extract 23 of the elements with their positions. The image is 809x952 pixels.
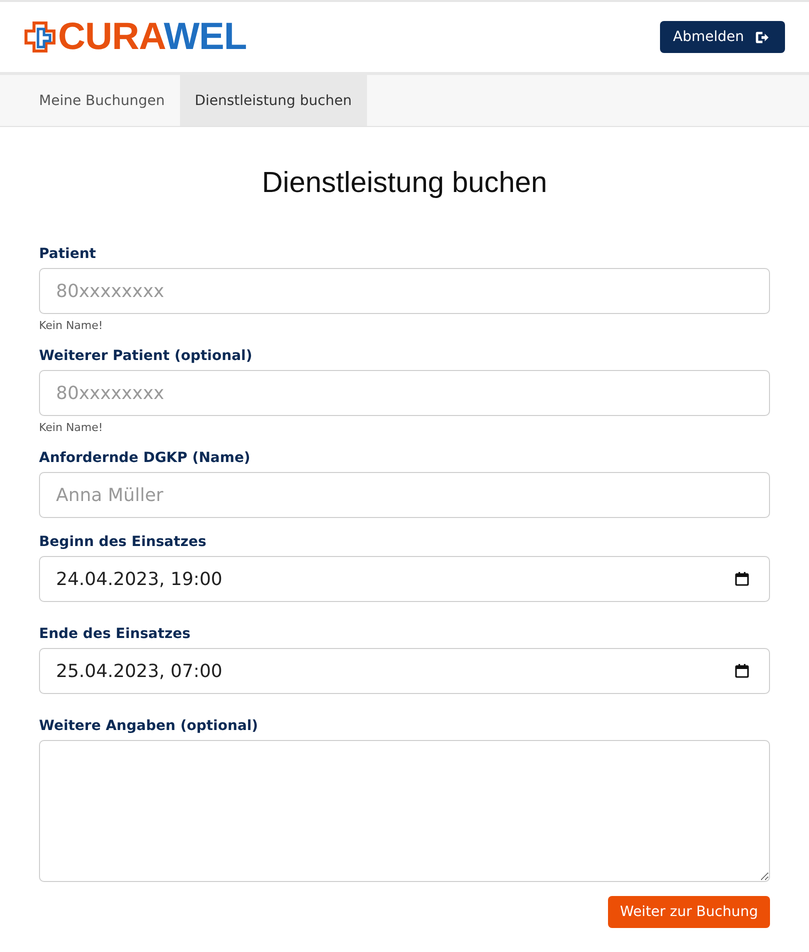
calendar-icon[interactable] (734, 663, 750, 679)
field-label: Weitere Angaben (optional) (39, 718, 260, 734)
date-field[interactable]: 25.04.2023, 07:00 (39, 648, 770, 694)
field-hint: Kein Name! (39, 319, 104, 332)
logo-text: CURAWEL (58, 18, 247, 56)
field-label: Beginn des Einsatzes (39, 534, 208, 550)
calendar-icon[interactable] (734, 571, 750, 587)
field-hint: Kein Name! (39, 421, 104, 434)
date-field[interactable]: 24.04.2023, 19:00 (39, 556, 770, 602)
submit-button[interactable]: Weiter zur Buchung (608, 896, 770, 928)
field-label: Anfordernde DGKP (Name) (39, 450, 252, 466)
logout-button[interactable]: Abmelden (660, 21, 785, 53)
cross-icon (24, 21, 56, 53)
field-label: Patient (39, 246, 97, 262)
tab[interactable]: Meine Buchungen (24, 75, 180, 126)
input-field[interactable]: 80xxxxxxxx (39, 370, 770, 416)
page-title: Dienstleistung buchen (260, 167, 548, 200)
input-field[interactable]: Anna Müller (39, 472, 770, 518)
tab[interactable]: Dienstleistung buchen (180, 75, 367, 126)
field-label: Ende des Einsatzes (39, 626, 192, 642)
field-label: Weiterer Patient (optional) (39, 348, 254, 364)
input-field[interactable]: 80xxxxxxxx (39, 268, 770, 314)
logout-icon (754, 30, 769, 44)
